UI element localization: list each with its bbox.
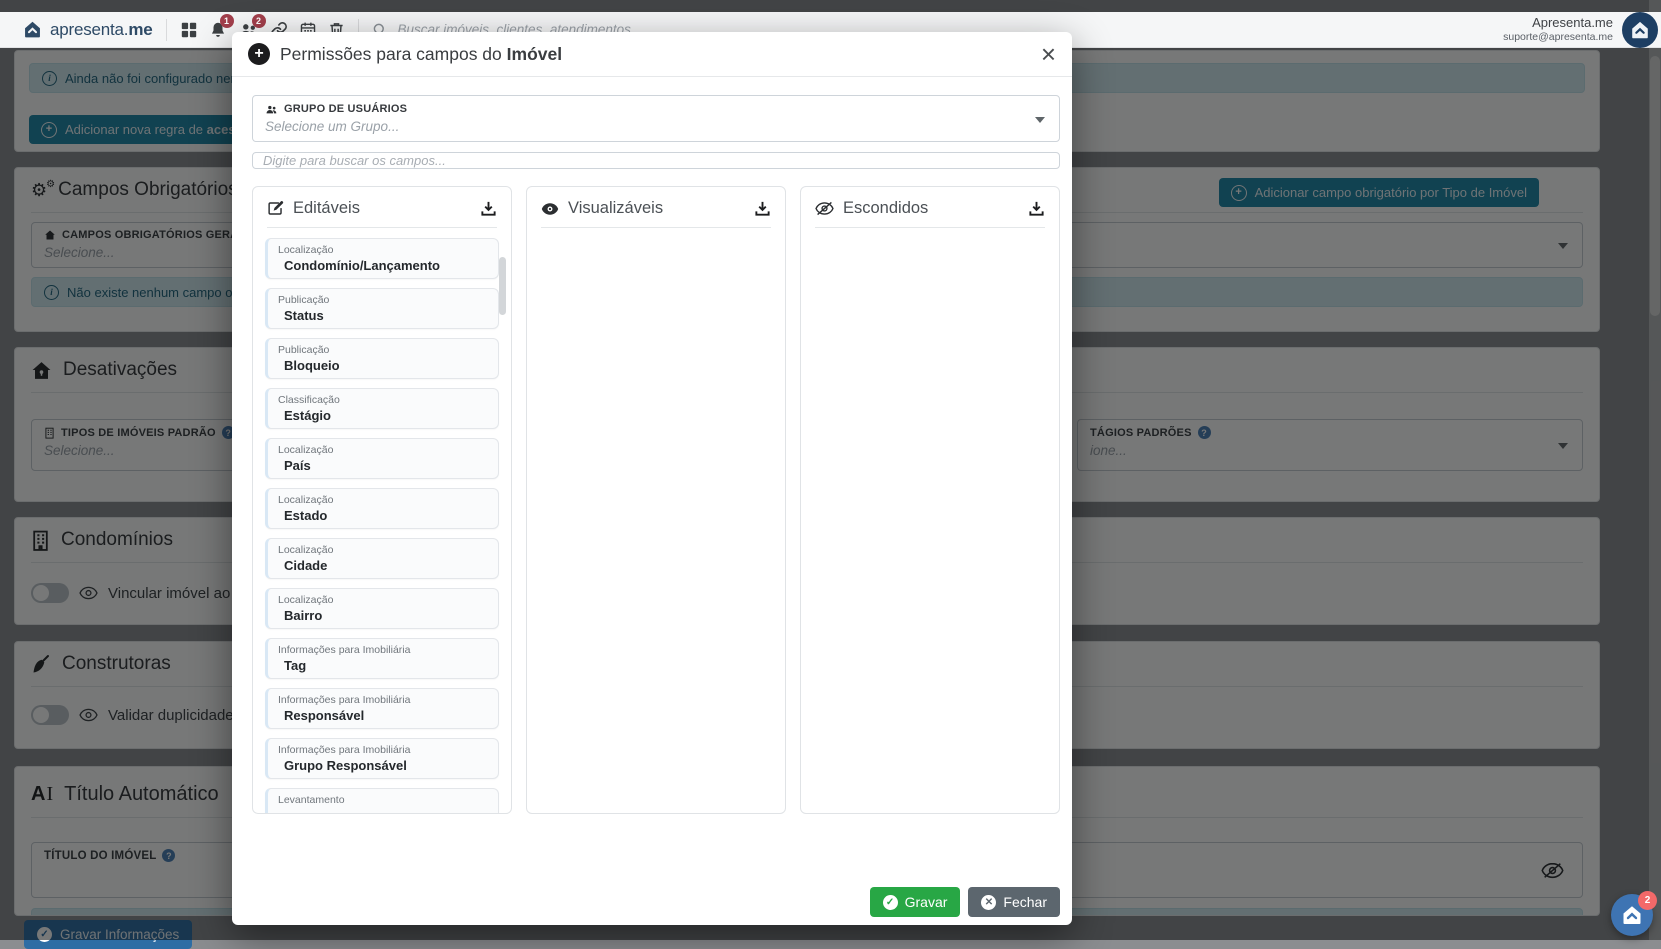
- field-name: Cidade: [284, 558, 488, 574]
- field-name: Condomínio/Lançamento: [284, 258, 488, 274]
- brand-name: apresenta.me: [50, 20, 153, 40]
- user-group-label: GRUPO DE USUÁRIOS: [265, 103, 1047, 115]
- field-name: Estágio: [284, 408, 488, 424]
- field-card[interactable]: Publicação Bloqueio: [265, 338, 499, 379]
- field-card[interactable]: Publicação Status: [265, 288, 499, 329]
- notifications-badge: 1: [220, 14, 234, 28]
- field-card[interactable]: Localização Cidade: [265, 538, 499, 579]
- users-icon: [265, 104, 278, 115]
- apps-grid-icon[interactable]: [180, 21, 198, 39]
- field-name: [284, 808, 488, 813]
- visualizaveis-field-list: [527, 228, 785, 813]
- caret-down-icon: [1035, 117, 1045, 123]
- field-card[interactable]: Informações para Imobiliária Responsável: [265, 688, 499, 729]
- field-card[interactable]: Localização Condomínio/Lançamento: [265, 238, 499, 279]
- column-scrollbar[interactable]: [499, 257, 506, 315]
- field-category: Informações para Imobiliária: [278, 693, 488, 707]
- field-category: Publicação: [278, 343, 488, 357]
- brand-logo[interactable]: apresenta.me: [22, 19, 153, 40]
- eye-slash-icon: [815, 201, 834, 216]
- bell-icon[interactable]: 1: [209, 21, 227, 39]
- field-card[interactable]: Localização Estado: [265, 488, 499, 529]
- column-visualizaveis: Visualizáveis: [526, 186, 786, 814]
- field-name: Tag: [284, 658, 488, 674]
- field-category: Informações para Imobiliária: [278, 743, 488, 757]
- field-category: Levantamento: [278, 793, 488, 807]
- avatar[interactable]: [1622, 12, 1658, 48]
- close-button-label: Fechar: [1003, 894, 1047, 910]
- plus-circle-icon: +: [248, 43, 270, 65]
- field-category: Localização: [278, 243, 488, 257]
- field-category: Classificação: [278, 393, 488, 407]
- column-editaveis-header: Editáveis: [253, 187, 511, 227]
- edit-icon: [267, 200, 284, 217]
- users-badge: 2: [252, 14, 266, 28]
- permissions-modal: + Permissões para campos do Imóvel × GRU…: [232, 32, 1072, 925]
- escondidos-field-list: [801, 228, 1059, 813]
- user-group-placeholder: Selecione um Grupo...: [265, 119, 1047, 134]
- chat-badge: 2: [1638, 891, 1657, 910]
- column-editaveis: Editáveis Localização Condomínio/Lançame…: [252, 186, 512, 814]
- field-name: Grupo Responsável: [284, 758, 488, 774]
- field-category: Localização: [278, 593, 488, 607]
- modal-body: GRUPO DE USUÁRIOS Selecione um Grupo... …: [232, 77, 1072, 814]
- brand-logo-icon: [1629, 19, 1651, 41]
- modal-header: + Permissões para campos do Imóvel ×: [232, 32, 1072, 77]
- close-button[interactable]: ✕ Fechar: [968, 887, 1060, 917]
- account-info: Apresenta.me suporte@apresenta.me: [1503, 15, 1613, 44]
- download-icon[interactable]: [480, 200, 497, 217]
- check-circle-icon: ✓: [883, 895, 898, 910]
- field-category: Localização: [278, 443, 488, 457]
- close-icon[interactable]: ×: [1041, 43, 1056, 65]
- column-editaveis-label: Editáveis: [293, 199, 360, 218]
- save-button-label: Gravar: [905, 894, 948, 910]
- modal-footer: ✓ Gravar ✕ Fechar: [232, 814, 1072, 925]
- save-button[interactable]: ✓ Gravar: [870, 887, 961, 917]
- field-card[interactable]: Informações para Imobiliária Tag: [265, 638, 499, 679]
- field-name: Status: [284, 308, 488, 324]
- permission-columns: Editáveis Localização Condomínio/Lançame…: [252, 186, 1060, 814]
- download-icon[interactable]: [754, 200, 771, 217]
- field-category: Informações para Imobiliária: [278, 643, 488, 657]
- account-name: Apresenta.me: [1503, 15, 1613, 31]
- field-card[interactable]: Classificação Estágio: [265, 388, 499, 429]
- field-card[interactable]: Levantamento: [265, 788, 499, 813]
- column-visualizaveis-header: Visualizáveis: [527, 187, 785, 227]
- column-escondidos-header: Escondidos: [801, 187, 1059, 227]
- column-escondidos: Escondidos: [800, 186, 1060, 814]
- field-card[interactable]: Localização Bairro: [265, 588, 499, 629]
- divider: [166, 19, 167, 41]
- x-circle-icon: ✕: [981, 895, 996, 910]
- modal-title: Permissões para campos do Imóvel: [280, 44, 562, 65]
- download-icon[interactable]: [1028, 200, 1045, 217]
- brand-logo-icon: [22, 19, 43, 40]
- field-name: Responsável: [284, 708, 488, 724]
- field-name: Bloqueio: [284, 358, 488, 374]
- field-name: Bairro: [284, 608, 488, 624]
- field-name: Estado: [284, 508, 488, 524]
- field-name: País: [284, 458, 488, 474]
- user-group-select[interactable]: GRUPO DE USUÁRIOS Selecione um Grupo...: [252, 95, 1060, 142]
- chat-fab[interactable]: 2: [1611, 894, 1653, 936]
- column-visualizaveis-label: Visualizáveis: [568, 199, 663, 218]
- account-email: suporte@apresenta.me: [1503, 31, 1613, 44]
- field-search-input[interactable]: [252, 152, 1060, 169]
- field-category: Publicação: [278, 293, 488, 307]
- column-escondidos-label: Escondidos: [843, 199, 928, 218]
- field-category: Localização: [278, 493, 488, 507]
- field-card[interactable]: Localização País: [265, 438, 499, 479]
- field-card[interactable]: Informações para Imobiliária Grupo Respo…: [265, 738, 499, 779]
- editaveis-field-list: Localização Condomínio/Lançamento Public…: [253, 228, 511, 813]
- eye-icon: [541, 202, 559, 216]
- field-category: Localização: [278, 543, 488, 557]
